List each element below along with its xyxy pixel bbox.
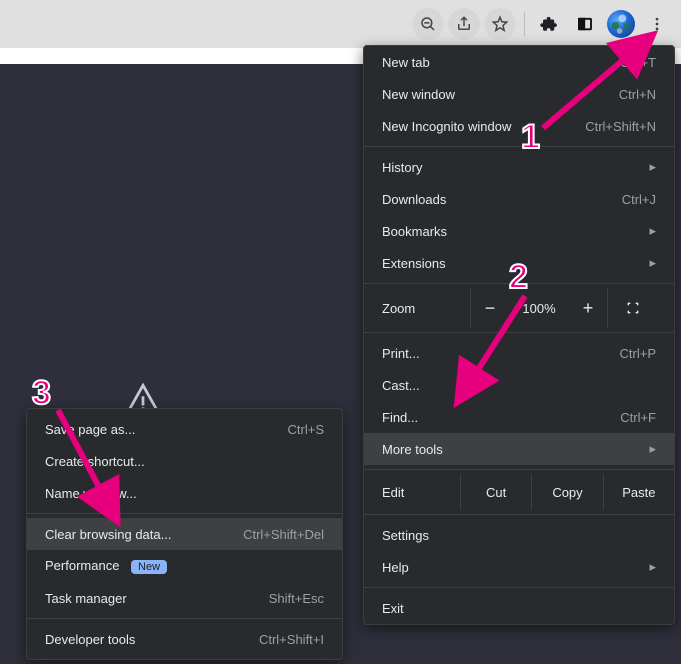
menu-item-more-tools[interactable]: More tools ▸	[364, 433, 674, 465]
label: New tab	[382, 55, 430, 70]
zoom-out-button[interactable]: −	[471, 298, 509, 319]
puzzle-icon[interactable]	[531, 6, 567, 42]
label: History	[382, 160, 422, 175]
annotation-number-2: 2	[509, 258, 528, 297]
label: Task manager	[45, 591, 127, 606]
label: Find...	[382, 410, 418, 425]
label: Developer tools	[45, 632, 135, 647]
label: Exit	[382, 601, 404, 616]
zoom-in-button[interactable]: +	[569, 298, 607, 319]
edit-cut-button[interactable]: Cut	[460, 474, 531, 510]
menu-item-help[interactable]: Help ▸	[364, 551, 674, 583]
chevron-right-icon: ▸	[649, 255, 656, 271]
menu-item-history[interactable]: History ▸	[364, 151, 674, 183]
menu-item-edit: Edit Cut Copy Paste	[364, 474, 674, 510]
zoom-out-icon[interactable]	[412, 8, 444, 40]
shortcut: Ctrl+J	[622, 192, 656, 207]
shortcut: Ctrl+Shift+Del	[243, 527, 324, 542]
label: More tools	[382, 442, 443, 457]
menu-item-bookmarks[interactable]: Bookmarks ▸	[364, 215, 674, 247]
submenu-item-task-manager[interactable]: Task manager Shift+Esc	[27, 582, 342, 614]
submenu-item-clear-data[interactable]: Clear browsing data... Ctrl+Shift+Del	[27, 518, 342, 550]
submenu-item-save-as[interactable]: Save page as... Ctrl+S	[27, 413, 342, 445]
shortcut: Ctrl+P	[620, 346, 656, 361]
new-badge: New	[131, 560, 167, 574]
label: Performance New	[45, 558, 167, 574]
chevron-right-icon: ▸	[649, 159, 656, 175]
chevron-right-icon: ▸	[649, 223, 656, 239]
label: Name window...	[45, 486, 137, 501]
menu-separator	[27, 618, 342, 619]
browser-toolbar	[0, 0, 681, 48]
annotation-number-1: 1	[521, 118, 540, 157]
more-tools-submenu: Save page as... Ctrl+S Create shortcut..…	[26, 408, 343, 660]
edit-copy-button[interactable]: Copy	[531, 474, 602, 510]
share-icon[interactable]	[448, 8, 480, 40]
menu-item-cast[interactable]: Cast...	[364, 369, 674, 401]
shortcut: Ctrl+Shift+I	[259, 632, 324, 647]
edit-paste-button[interactable]: Paste	[603, 474, 674, 510]
menu-item-print[interactable]: Print... Ctrl+P	[364, 337, 674, 369]
shortcut: Ctrl+N	[619, 87, 656, 102]
star-icon[interactable]	[484, 8, 516, 40]
label: Settings	[382, 528, 429, 543]
menu-separator	[364, 514, 674, 515]
label: New Incognito window	[382, 119, 511, 134]
shortcut: Ctrl+Shift+N	[585, 119, 656, 134]
menu-separator	[364, 469, 674, 470]
menu-item-find[interactable]: Find... Ctrl+F	[364, 401, 674, 433]
submenu-item-performance[interactable]: Performance New	[27, 550, 342, 582]
shortcut: Ctrl+F	[620, 410, 656, 425]
chevron-right-icon: ▸	[649, 441, 656, 457]
submenu-item-dev-tools[interactable]: Developer tools Ctrl+Shift+I	[27, 623, 342, 655]
submenu-item-name-window[interactable]: Name window...	[27, 477, 342, 509]
menu-item-downloads[interactable]: Downloads Ctrl+J	[364, 183, 674, 215]
label: Cast...	[382, 378, 420, 393]
menu-separator	[364, 146, 674, 147]
shortcut: Shift+Esc	[269, 591, 324, 606]
menu-item-incognito[interactable]: New Incognito window Ctrl+Shift+N	[364, 110, 674, 142]
menu-separator	[27, 513, 342, 514]
menu-item-new-window[interactable]: New window Ctrl+N	[364, 78, 674, 110]
menu-item-settings[interactable]: Settings	[364, 519, 674, 551]
annotation-number-3: 3	[32, 374, 51, 413]
label: Extensions	[382, 256, 446, 271]
label: Save page as...	[45, 422, 135, 437]
menu-separator	[364, 587, 674, 588]
label: Help	[382, 560, 409, 575]
label: Edit	[364, 485, 460, 500]
kebab-menu-icon[interactable]	[639, 6, 675, 42]
chevron-right-icon: ▸	[649, 559, 656, 575]
label: New window	[382, 87, 455, 102]
shortcut: Ctrl+S	[288, 422, 324, 437]
profile-avatar[interactable]	[607, 10, 635, 38]
label: Print...	[382, 346, 420, 361]
toolbar-divider	[524, 12, 525, 36]
label: Downloads	[382, 192, 446, 207]
label: Bookmarks	[382, 224, 447, 239]
label: Clear browsing data...	[45, 527, 171, 542]
label: Create shortcut...	[45, 454, 145, 469]
menu-separator	[364, 332, 674, 333]
menu-item-new-tab[interactable]: New tab Ctrl+T	[364, 46, 674, 78]
shortcut: Ctrl+T	[620, 55, 656, 70]
fullscreen-button[interactable]	[608, 300, 658, 316]
submenu-item-create-shortcut[interactable]: Create shortcut...	[27, 445, 342, 477]
main-menu: New tab Ctrl+T New window Ctrl+N New Inc…	[363, 45, 675, 625]
zoom-value: 100%	[509, 301, 569, 316]
sidepanel-icon[interactable]	[567, 6, 603, 42]
label: Zoom	[364, 301, 470, 316]
menu-item-exit[interactable]: Exit	[364, 592, 674, 624]
